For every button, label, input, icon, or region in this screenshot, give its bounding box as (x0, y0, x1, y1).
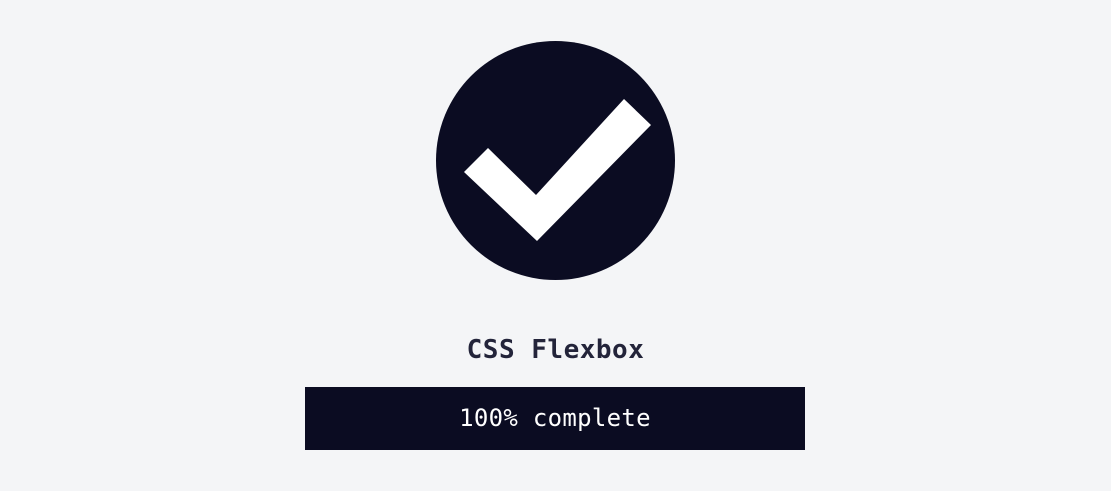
course-title: CSS Flexbox (466, 335, 645, 365)
completion-badge (436, 41, 675, 280)
completion-card: CSS Flexbox 100% complete (0, 0, 1111, 491)
checkmark-icon (464, 99, 651, 241)
progress-bar: 100% complete (305, 387, 805, 450)
progress-label: 100% complete (459, 404, 651, 432)
